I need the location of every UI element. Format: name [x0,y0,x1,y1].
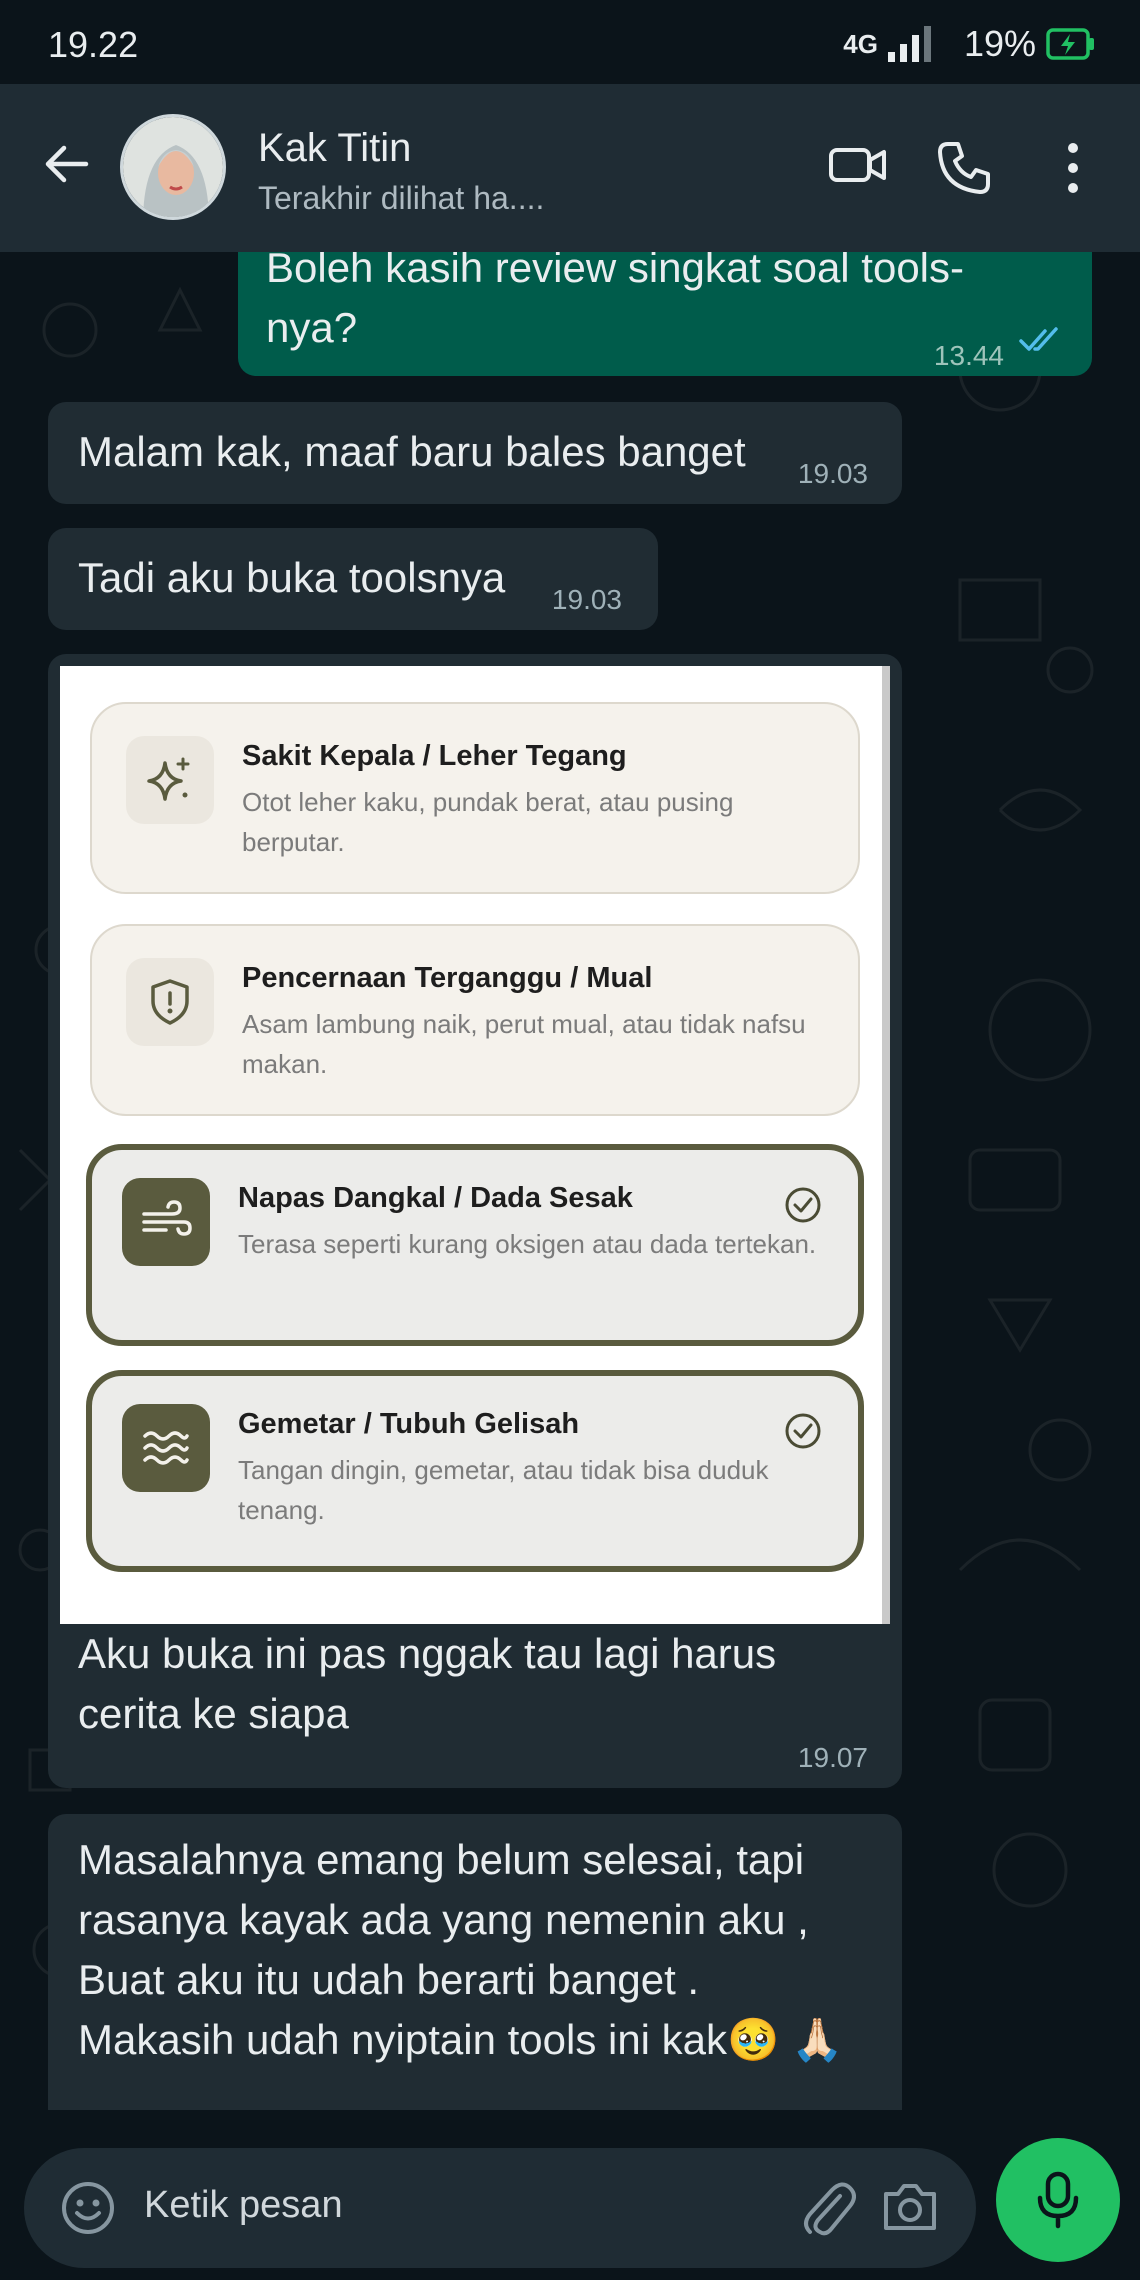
option-desc: Terasa seperti kurang oksigen atau dada … [238,1229,817,1259]
option-desc: Tangan dingin, gemetar, atau tidak bisa … [238,1455,769,1525]
message-bubble-incoming[interactable]: Malam kak, maaf baru bales banget 19.03 [48,402,902,504]
read-ticks-icon [1019,327,1058,351]
battery-percent: 19% [963,23,1036,64]
message-bubble-incoming[interactable]: Masalahnya emang belum selesai, tapi ras… [48,1814,902,2137]
message-text: Buat aku itu udah berarti banget . [78,1956,700,2003]
symptom-option: Sakit Kepala / Leher Tegang Otot leher k… [90,702,860,894]
check-circle-icon [785,1187,821,1223]
shield-alert-icon [126,958,214,1046]
shared-image[interactable]: Sakit Kepala / Leher Tegang Otot leher k… [60,666,890,1624]
symptom-option-selected: Napas Dangkal / Dada Sesak Terasa sepert… [86,1144,864,1346]
message-text: cerita ke siapa [78,1690,349,1737]
option-title: Napas Dangkal / Dada Sesak [238,1182,633,1214]
check-circle-icon [785,1413,821,1449]
option-desc: Asam lambung naik, perut mual, atau tida… [242,1009,806,1079]
message-text: Makasih udah nyiptain tools ini kak🥹 🙏🏻 [78,2016,844,2063]
status-bar: 19.22 4G 19% [0,0,1140,84]
symptom-option: Pencernaan Terganggu / Mual Asam lambung… [90,924,860,1116]
contact-name[interactable]: Kak Titin [258,126,411,171]
composer-bar: Ketik pesan [0,2110,1140,2280]
message-text: nya? [266,304,358,351]
sparkle-icon [126,736,214,824]
video-call-icon[interactable] [828,140,888,190]
battery-charging-icon [1046,28,1094,60]
message-text: Masalahnya emang belum selesai, tapi [78,1836,805,1883]
status-indicators: 4G 19% [843,22,1096,66]
chat-header-front: Kak Titin Terakhir dilihat ha.... [0,84,1140,252]
message-time: 19.03 [797,458,868,489]
camera-icon[interactable] [880,2178,940,2234]
message-text: Tadi aku buka toolsnya [78,554,506,601]
message-time: 19.03 [551,584,622,615]
network-type: 4G [843,28,878,59]
signal-icon [887,26,931,62]
option-title: Sakit Kepala / Leher Tegang [242,740,627,772]
message-text: Aku buka ini pas nggak tau lagi harus [78,1630,777,1677]
message-text: Malam kak, maaf baru bales banget [78,428,746,475]
attachment-icon[interactable] [800,2176,856,2240]
emoji-icon[interactable] [60,2180,116,2236]
avatar[interactable] [120,114,226,220]
option-desc: Otot leher kaku, pundak berat, atau pusi… [242,787,734,857]
contact-last-seen[interactable]: Terakhir dilihat ha.... [258,180,544,217]
message-bubble-incoming[interactable]: Tadi aku buka toolsnya 19.03 [48,528,658,630]
message-time: 19.07 [797,1742,868,1773]
microphone-button[interactable] [996,2138,1120,2262]
microphone-icon [1037,2171,1079,2229]
waves-icon [122,1404,210,1492]
message-time: 13.44 [933,340,1004,371]
more-options-icon[interactable] [1060,140,1086,196]
option-title: Gemetar / Tubuh Gelisah [238,1408,580,1440]
message-text: rasanya kayak ada yang nemenin aku , [78,1896,809,1943]
option-title: Pencernaan Terganggu / Mual [242,962,653,994]
back-arrow-icon[interactable] [40,138,92,190]
status-time: 19.22 [48,24,139,65]
message-placeholder: Ketik pesan [144,2184,343,2226]
message-input[interactable]: Ketik pesan [24,2148,976,2268]
phone-call-icon[interactable] [936,140,992,196]
wind-icon [122,1178,210,1266]
symptom-option-selected: Gemetar / Tubuh Gelisah Tangan dingin, g… [86,1370,864,1572]
